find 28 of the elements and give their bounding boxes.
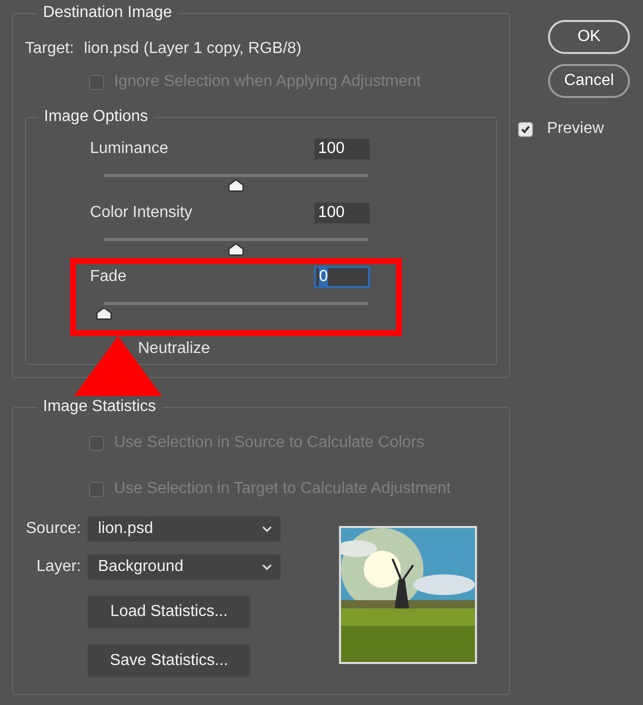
statistics-button[interactable]: Save Statistics... [87, 644, 251, 678]
slider-label: Luminance [90, 140, 168, 158]
chevron-icon [262, 526, 272, 532]
check-icon [520, 124, 531, 134]
ok-button[interactable]: OK [548, 20, 630, 54]
checkbox-label: Preview [547, 120, 604, 138]
chevron-icon [262, 564, 272, 570]
value-field[interactable]: 0 [314, 266, 370, 288]
slider-label: Color Intensity [90, 204, 192, 222]
cancel-button[interactable]: Cancel [548, 64, 630, 98]
source-label: Source: [24, 520, 81, 538]
statistics-button[interactable]: Load Statistics... [87, 595, 251, 629]
checkbox-label: Neutralize [138, 340, 210, 359]
layer-dropdown[interactable]: Background [87, 554, 281, 580]
source-dropdown[interactable]: lion.psd [87, 516, 281, 542]
value-field[interactable]: 100 [314, 138, 370, 160]
layer-label: Layer: [36, 558, 81, 576]
section-title: Image Statistics [42, 398, 157, 416]
slider-label: Fade [90, 268, 126, 286]
target-label: Target: [25, 40, 74, 58]
section-title: Image Options [43, 108, 150, 126]
section-title: Destination Image [42, 4, 173, 22]
checkbox[interactable] [518, 122, 533, 136]
slider-thumb[interactable] [96, 307, 112, 320]
value-field[interactable]: 100 [314, 202, 370, 224]
target-value: lion.psd (Layer 1 copy, RGB/8) [84, 40, 302, 58]
slider-thumb[interactable] [228, 179, 244, 192]
slider-thumb[interactable] [228, 243, 244, 256]
